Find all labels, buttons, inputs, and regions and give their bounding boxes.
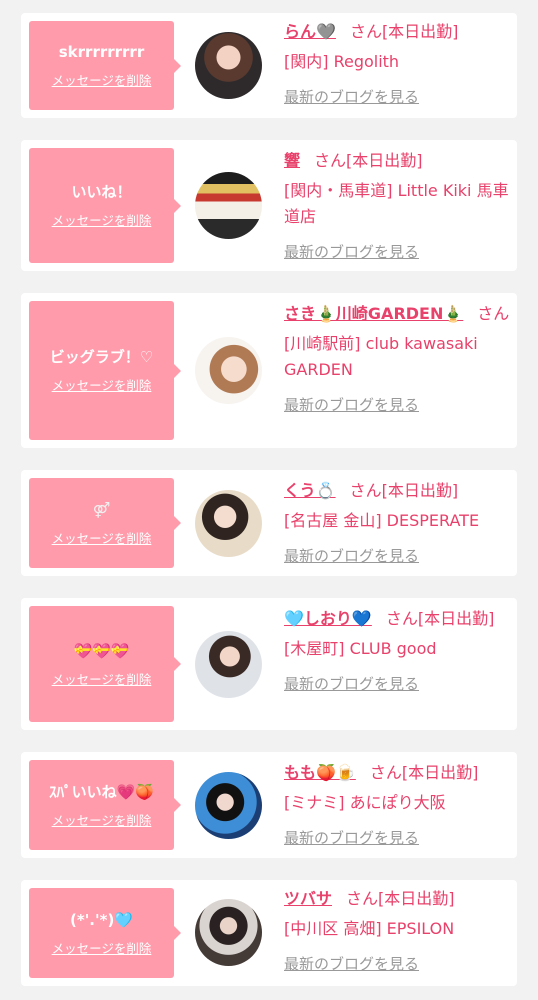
profile-info: らん🩶 さん[本日出勤] [関内] Regolith 最新のブログを見る xyxy=(284,19,510,110)
shop-location: [関内] Regolith xyxy=(284,52,400,71)
delete-message-link[interactable]: メッセージを削除 xyxy=(52,375,152,394)
status-text: さん[本日出勤] xyxy=(349,22,459,41)
latest-blog-link[interactable]: 最新のブログを見る xyxy=(284,671,510,697)
delete-message-link[interactable]: メッセージを削除 xyxy=(52,70,152,89)
message-text: ｽﾊﾟいいね💗🍑 xyxy=(49,782,154,801)
latest-blog-link[interactable]: 最新のブログを見る xyxy=(284,239,510,265)
latest-blog-link[interactable]: 最新のブログを見る xyxy=(284,951,510,977)
profile-info: もも🍑🍺 さん[本日出勤] [ミナミ] あにぽり大阪 最新のブログを見る xyxy=(284,760,510,851)
status-text: さん[本日出勤] xyxy=(346,889,455,908)
profile-info: ツバサ さん[本日出勤] [中川区 高畑] EPSILON 最新のブログを見る xyxy=(284,886,510,977)
profile-name-link[interactable]: らん🩶 xyxy=(284,22,336,41)
profile-info: くう💍 さん[本日出勤] [名古屋 金山] DESPERATE 最新のブログを見る xyxy=(284,478,510,569)
status-text: さん[本日出勤] xyxy=(369,763,479,782)
delete-message-link[interactable]: メッセージを削除 xyxy=(52,210,152,229)
status-text: さん xyxy=(477,304,510,323)
profile-name-link[interactable]: さき🎍川崎GARDEN🎍 xyxy=(284,304,463,323)
delete-message-link[interactable]: メッセージを削除 xyxy=(52,938,152,957)
latest-blog-link[interactable]: 最新のブログを見る xyxy=(284,84,510,110)
shop-location: [ミナミ] あにぽり大阪 xyxy=(284,793,446,812)
delete-message-link[interactable]: メッセージを削除 xyxy=(52,528,152,547)
latest-blog-link[interactable]: 最新のブログを見る xyxy=(284,543,510,569)
shop-location: [中川区 高畑] EPSILON xyxy=(284,919,455,938)
profile-name-link[interactable]: ツバサ xyxy=(284,889,332,908)
status-text: さん[本日出勤] xyxy=(349,481,459,500)
message-bubble: ⚤ メッセージを削除 xyxy=(29,478,181,568)
delete-message-link[interactable]: メッセージを削除 xyxy=(52,810,152,829)
message-text: ⚤ xyxy=(92,500,111,519)
message-text: skrrrrrrrrr xyxy=(58,43,145,61)
message-text: (*'.'*)🩵 xyxy=(70,910,133,929)
status-text: さん[本日出勤] xyxy=(385,609,495,628)
avatar[interactable] xyxy=(195,772,262,839)
profile-name-link[interactable]: もも🍑🍺 xyxy=(284,763,356,782)
shop-location: [川崎駅前] club kawasaki GARDEN xyxy=(284,334,478,379)
profile-info: 響さん[本日出勤] [関内・馬車道] Little Kiki 馬車道店 最新のブ… xyxy=(284,148,510,265)
avatar[interactable] xyxy=(195,172,262,239)
shop-location: [関内・馬車道] Little Kiki 馬車道店 xyxy=(284,181,509,226)
message-text: 💝💝💝 xyxy=(73,641,130,660)
avatar[interactable] xyxy=(195,490,262,557)
shop-location: [名古屋 金山] DESPERATE xyxy=(284,511,480,530)
message-text: ビッグラブ！♡ xyxy=(49,348,154,366)
message-text: いいね！ xyxy=(71,183,132,201)
message-card: ｽﾊﾟいいね💗🍑 メッセージを削除 もも🍑🍺 さん[本日出勤] [ミナミ] あにぽ… xyxy=(21,752,517,858)
profile-name-link[interactable]: くう💍 xyxy=(284,481,336,500)
shop-location: [木屋町] CLUB good xyxy=(284,639,437,658)
avatar[interactable] xyxy=(195,631,262,698)
message-card: ビッグラブ！♡ メッセージを削除 さき🎍川崎GARDEN🎍 さん [川崎駅前] c… xyxy=(21,293,517,448)
profile-info: さき🎍川崎GARDEN🎍 さん [川崎駅前] club kawasaki GARD… xyxy=(284,301,510,418)
profile-name-link[interactable]: 🩵しおり💙 xyxy=(284,609,372,628)
message-bubble: skrrrrrrrrr メッセージを削除 xyxy=(29,21,181,110)
status-text: さん[本日出勤] xyxy=(314,151,423,170)
message-bubble: (*'.'*)🩵 メッセージを削除 xyxy=(29,888,181,978)
message-card: ⚤ メッセージを削除 くう💍 さん[本日出勤] [名古屋 金山] DESPERAT… xyxy=(21,470,517,576)
avatar[interactable] xyxy=(195,337,262,404)
message-card: 💝💝💝 メッセージを削除 🩵しおり💙 さん[本日出勤] [木屋町] CLUB go… xyxy=(21,598,517,730)
message-bubble: ｽﾊﾟいいね💗🍑 メッセージを削除 xyxy=(29,760,181,850)
profile-name-link[interactable]: 響 xyxy=(284,151,300,170)
message-bubble: ビッグラブ！♡ メッセージを削除 xyxy=(29,301,181,440)
latest-blog-link[interactable]: 最新のブログを見る xyxy=(284,392,510,418)
avatar[interactable] xyxy=(195,899,262,966)
message-card: skrrrrrrrrr メッセージを削除 らん🩶 さん[本日出勤] [関内] Re… xyxy=(21,13,517,118)
profile-info: 🩵しおり💙 さん[本日出勤] [木屋町] CLUB good 最新のブログを見る xyxy=(284,606,510,697)
avatar[interactable] xyxy=(195,32,262,99)
delete-message-link[interactable]: メッセージを削除 xyxy=(52,669,152,688)
latest-blog-link[interactable]: 最新のブログを見る xyxy=(284,825,510,851)
message-card: いいね！ メッセージを削除 響さん[本日出勤] [関内・馬車道] Little … xyxy=(21,140,517,271)
message-card: (*'.'*)🩵 メッセージを削除 ツバサ さん[本日出勤] [中川区 高畑] E… xyxy=(21,880,517,986)
message-bubble: 💝💝💝 メッセージを削除 xyxy=(29,606,181,722)
message-bubble: いいね！ メッセージを削除 xyxy=(29,148,181,263)
